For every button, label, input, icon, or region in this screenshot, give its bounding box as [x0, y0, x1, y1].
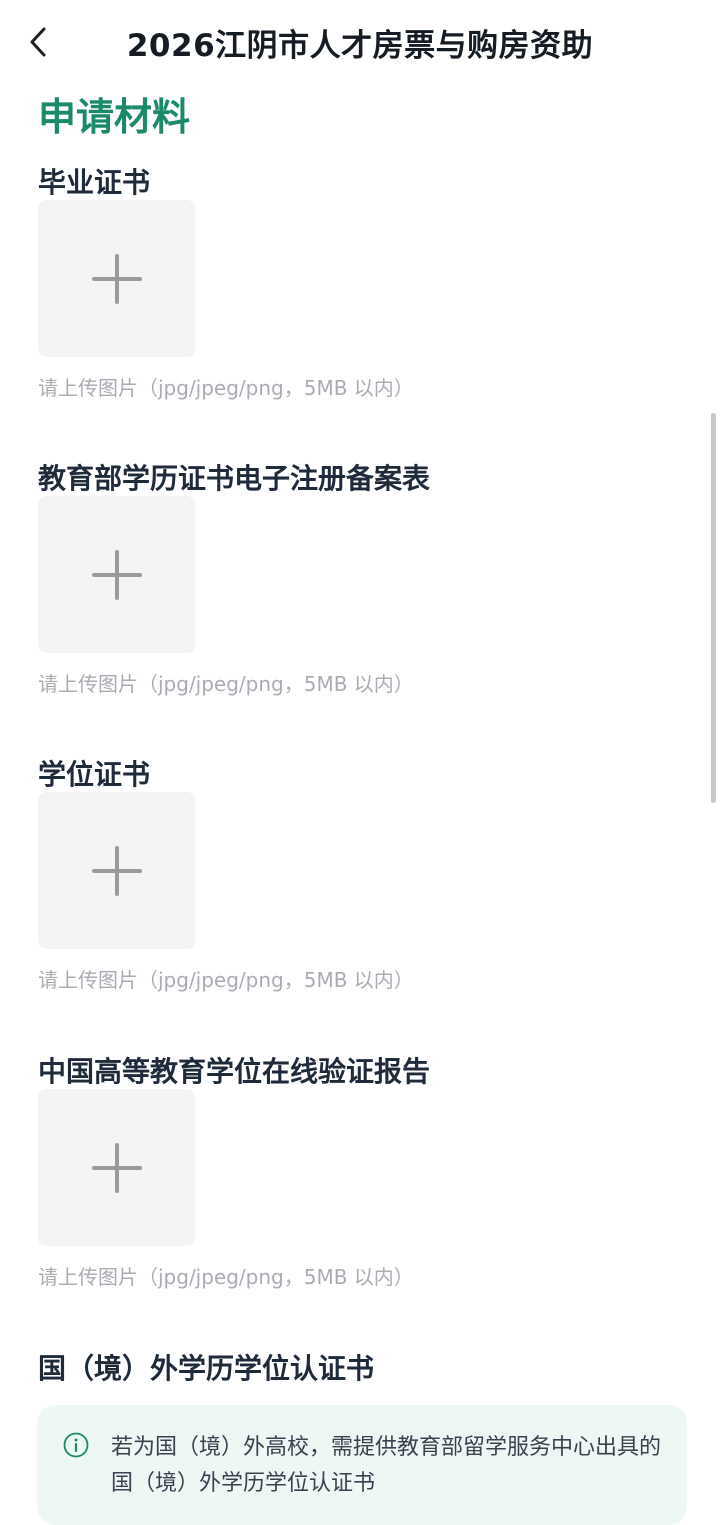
material-label: 教育部学历证书电子注册备案表 — [38, 462, 431, 495]
plus-icon — [91, 549, 142, 600]
plus-icon — [91, 845, 142, 896]
material-graduation-certificate: 毕业证书 请上传图片（jpg/jpeg/png，5MB 以内） — [38, 166, 678, 401]
material-label: 中国高等教育学位在线验证报告 — [38, 1055, 431, 1088]
material-education-registration-form: 教育部学历证书电子注册备案表 请上传图片（jpg/jpeg/png，5MB 以内… — [38, 462, 678, 697]
upload-hint: 请上传图片（jpg/jpeg/png，5MB 以内） — [38, 968, 414, 992]
upload-hint: 请上传图片（jpg/jpeg/png，5MB 以内） — [38, 672, 414, 696]
plus-icon — [91, 1142, 142, 1193]
info-circle-icon — [63, 1432, 89, 1458]
info-text: 若为国（境）外高校，需提供教育部留学服务中心出具的国（境）外学历学位认证书 — [111, 1435, 662, 1496]
material-degree-certificate: 学位证书 请上传图片（jpg/jpeg/png，5MB 以内） — [38, 758, 678, 993]
material-label: 学位证书 — [38, 758, 151, 791]
material-degree-online-verification-report: 中国高等教育学位在线验证报告 请上传图片（jpg/jpeg/png，5MB 以内… — [38, 1055, 678, 1290]
material-label: 毕业证书 — [38, 166, 151, 199]
top-nav-bar: 2026江阴市人才房票与购房资助 — [0, 0, 720, 84]
info-notice: 若为国（境）外高校，需提供教育部留学服务中心出具的国（境）外学历学位认证书 — [37, 1405, 687, 1525]
upload-hint: 请上传图片（jpg/jpeg/png，5MB 以内） — [38, 376, 414, 400]
material-label: 国（境）外学历学位认证书 — [38, 1352, 375, 1385]
upload-hint: 请上传图片（jpg/jpeg/png，5MB 以内） — [38, 1265, 414, 1289]
page-title: 2026江阴市人才房票与购房资助 — [126, 28, 594, 64]
upload-graduation-certificate-button[interactable] — [38, 200, 195, 357]
scrollbar[interactable] — [711, 413, 716, 803]
material-foreign-degree-certification: 国（境）外学历学位认证书 — [38, 1352, 678, 1386]
section-title: 申请材料 — [38, 95, 191, 139]
upload-degree-certificate-button[interactable] — [38, 792, 195, 949]
plus-icon — [91, 253, 142, 304]
upload-education-registration-form-button[interactable] — [38, 496, 195, 653]
upload-degree-verification-report-button[interactable] — [38, 1089, 195, 1246]
